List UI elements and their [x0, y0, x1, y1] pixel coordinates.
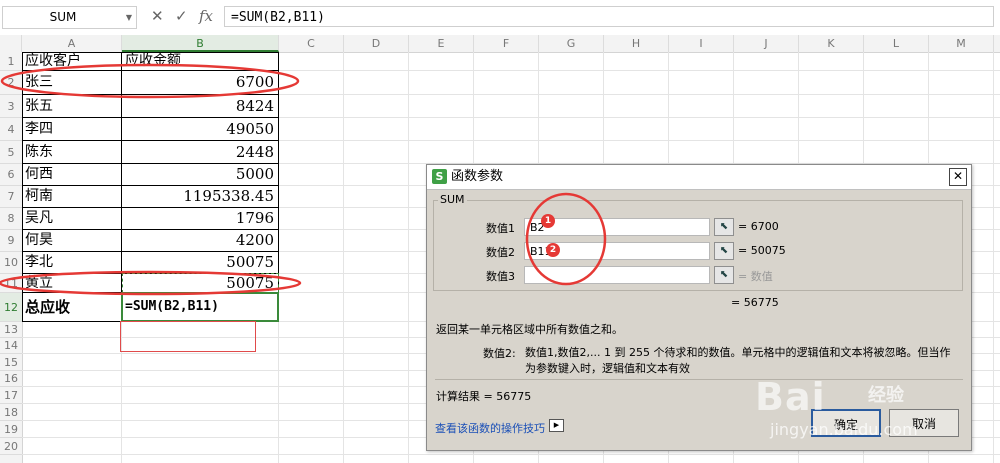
- collapse-dialog-icon[interactable]: ⬉: [714, 242, 734, 260]
- row-header[interactable]: 2: [0, 71, 22, 95]
- step-badge: 1: [541, 214, 555, 228]
- row-header[interactable]: 12: [0, 293, 22, 322]
- column-header-bar: A B C D E F G H I J K L M: [0, 35, 1000, 53]
- row-header[interactable]: 16: [0, 371, 22, 387]
- cell-b6[interactable]: 5000: [122, 164, 274, 185]
- arguments-group: SUM 数值1 B2 ⬉ = 6700 1 数值2 B11 ⬉ = 50075 …: [433, 193, 963, 291]
- cell-a1[interactable]: 应收客户: [25, 52, 81, 70]
- row-header[interactable]: 5: [0, 141, 22, 164]
- watermark-url: jingyan.baidu.com: [770, 420, 918, 439]
- row-header[interactable]: 17: [0, 387, 22, 404]
- arg3-input[interactable]: [524, 266, 710, 284]
- column-header[interactable]: I: [669, 35, 734, 52]
- param-description: 数值1,数值2,... 1 到 255 个待求和的数值。单元格中的逻辑值和文本将…: [525, 346, 951, 375]
- row-header[interactable]: 15: [0, 354, 22, 371]
- param-name: 数值2:: [483, 347, 516, 360]
- row-header[interactable]: 1: [0, 52, 22, 71]
- column-header[interactable]: H: [604, 35, 669, 52]
- cell-a7[interactable]: 柯南: [25, 186, 53, 207]
- help-link[interactable]: 查看该函数的操作技巧: [435, 420, 545, 436]
- formula-input[interactable]: =SUM(B2,B11): [224, 6, 994, 27]
- collapse-dialog-icon[interactable]: ⬉: [714, 266, 734, 284]
- row-header[interactable]: 8: [0, 208, 22, 230]
- function-name: SUM: [438, 193, 467, 206]
- arg-label: 数值1: [486, 222, 515, 235]
- cell-b10[interactable]: 50075: [122, 252, 274, 273]
- active-cell-selection[interactable]: [121, 292, 279, 322]
- cell-a10[interactable]: 李北: [25, 252, 53, 273]
- dialog-title: 函数参数: [451, 169, 504, 184]
- row-header[interactable]: 6: [0, 164, 22, 186]
- cell-b9[interactable]: 4200: [122, 230, 274, 251]
- row-header[interactable]: 4: [0, 118, 22, 141]
- column-header[interactable]: C: [279, 35, 344, 52]
- function-arguments-dialog: S 函数参数 ✕ SUM 数值1 B2 ⬉ = 6700 1 数值2 B11 ⬉…: [426, 164, 972, 451]
- column-header[interactable]: M: [929, 35, 994, 52]
- cell-b8[interactable]: 1796: [122, 208, 274, 229]
- row-header[interactable]: 19: [0, 421, 22, 438]
- play-video-icon[interactable]: ▶: [549, 419, 564, 432]
- collapse-dialog-icon[interactable]: ⬉: [714, 218, 734, 236]
- column-header[interactable]: G: [539, 35, 604, 52]
- cell-b7[interactable]: 1195338.45: [122, 186, 274, 207]
- row-header[interactable]: 13: [0, 322, 22, 338]
- close-icon[interactable]: ✕: [949, 168, 967, 186]
- app-logo-icon: S: [432, 169, 447, 184]
- reference-marquee: [122, 273, 279, 293]
- calc-result: 计算结果 = 56775: [436, 390, 532, 403]
- function-description: 返回某一单元格区域中所有数值之和。: [436, 323, 623, 336]
- name-box[interactable]: SUM ▼: [2, 6, 137, 29]
- row-header[interactable]: 9: [0, 230, 22, 252]
- cell-a12[interactable]: 总应收: [25, 293, 70, 321]
- arg-label: 数值3: [486, 270, 515, 283]
- insert-function-icon[interactable]: fx: [199, 6, 213, 26]
- cell-b5[interactable]: 2448: [122, 141, 274, 163]
- cell-a4[interactable]: 李四: [25, 118, 53, 140]
- annotation-box: [120, 321, 256, 352]
- row-header[interactable]: 18: [0, 404, 22, 421]
- row-header[interactable]: 3: [0, 95, 22, 118]
- column-header[interactable]: E: [409, 35, 474, 52]
- cancel-icon[interactable]: ✕: [151, 6, 164, 26]
- arg1-result: = 6700: [738, 220, 779, 233]
- divider: [435, 379, 963, 380]
- formula-bar: SUM ▼ ✕ ✓ fx =SUM(B2,B11): [0, 0, 1000, 36]
- select-all-corner[interactable]: [0, 35, 22, 52]
- function-total: = 56775: [731, 296, 779, 309]
- cell-a3[interactable]: 张五: [25, 95, 53, 117]
- arg-label: 数值2: [486, 246, 515, 259]
- arg3-result: = 数值: [738, 270, 773, 283]
- cell-b4[interactable]: 49050: [122, 118, 274, 140]
- cell-a2[interactable]: 张三: [25, 71, 53, 94]
- watermark-suffix: 经验: [868, 385, 904, 406]
- cell-a5[interactable]: 陈东: [25, 141, 53, 163]
- dialog-titlebar[interactable]: S 函数参数 ✕: [427, 165, 971, 190]
- row-header[interactable]: 14: [0, 338, 22, 354]
- confirm-icon[interactable]: ✓: [175, 6, 188, 26]
- column-header[interactable]: B: [122, 35, 279, 52]
- cell-a9[interactable]: 何昊: [25, 230, 53, 251]
- cell-b2[interactable]: 6700: [122, 71, 274, 94]
- row-header[interactable]: 20: [0, 438, 22, 455]
- cell-b3[interactable]: 8424: [122, 95, 274, 117]
- cell-b1[interactable]: 应收金额: [125, 52, 181, 70]
- cell-a11[interactable]: 黄立: [25, 274, 53, 292]
- row-header-bar: 1 2 3 4 5 6 7 8 9 10 11 12 13 14 15 16 1…: [0, 52, 23, 463]
- step-badge: 2: [546, 243, 560, 257]
- column-header[interactable]: A: [22, 35, 122, 52]
- watermark-brand: Bai: [755, 375, 826, 419]
- column-header[interactable]: J: [734, 35, 799, 52]
- row-header[interactable]: 7: [0, 186, 22, 208]
- cell-a6[interactable]: 何西: [25, 164, 53, 185]
- column-header[interactable]: F: [474, 35, 539, 52]
- column-header[interactable]: L: [864, 35, 929, 52]
- arg2-result: = 50075: [738, 244, 786, 257]
- row-header[interactable]: 10: [0, 252, 22, 274]
- column-header[interactable]: K: [799, 35, 864, 52]
- name-box-value: SUM: [49, 10, 77, 24]
- chevron-down-icon[interactable]: ▼: [126, 7, 132, 28]
- row-header[interactable]: 11: [0, 274, 22, 293]
- cell-a8[interactable]: 吴凡: [25, 208, 53, 229]
- column-header[interactable]: D: [344, 35, 409, 52]
